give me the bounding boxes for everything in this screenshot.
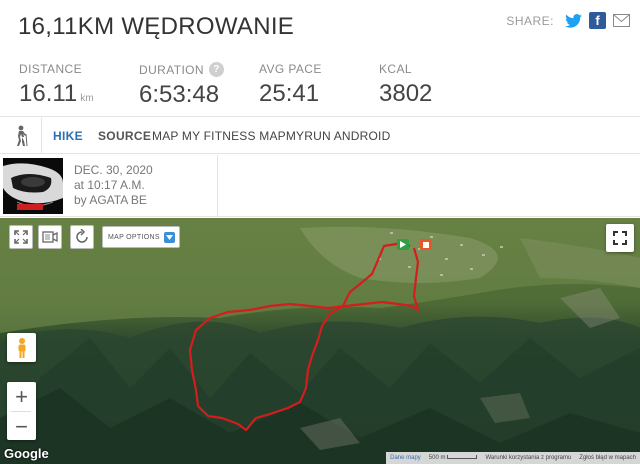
header: 16,11KM WĘDROWANIE SHARE: f bbox=[0, 0, 640, 52]
duration-label: DURATION? bbox=[139, 62, 224, 77]
email-icon[interactable] bbox=[613, 12, 630, 29]
source-value: MAP MY FITNESS MAPMYRUN ANDROID bbox=[152, 129, 391, 143]
terms-link[interactable]: Warunki korzystania z programu bbox=[485, 455, 571, 461]
twitter-icon[interactable] bbox=[565, 12, 582, 29]
stat-avg-pace: AVG PACE 25:41 bbox=[259, 62, 322, 108]
avg-pace-label: AVG PACE bbox=[259, 62, 322, 76]
satellite-map[interactable] bbox=[0, 218, 640, 464]
stat-duration: DURATION? 6:53:48 bbox=[139, 62, 224, 109]
user-info: DEC. 30, 2020 at 10:17 A.M. by AGATA BE bbox=[74, 163, 153, 208]
zoom-in-button[interactable]: + bbox=[7, 382, 36, 411]
avatar[interactable] bbox=[3, 158, 63, 214]
hiker-icon bbox=[0, 118, 42, 154]
3d-view-icon[interactable] bbox=[38, 225, 62, 249]
chevron-down-icon bbox=[163, 231, 175, 243]
kcal-value: 3802 bbox=[379, 80, 433, 107]
start-marker-icon[interactable] bbox=[397, 239, 409, 250]
scale-label: 500 m bbox=[429, 455, 478, 461]
user-row: DEC. 30, 2020 at 10:17 A.M. by AGATA BE bbox=[0, 155, 640, 217]
share-bar: SHARE: f bbox=[506, 12, 630, 29]
stats-panel: DISTANCE 16.11 km DURATION? 6:53:48 AVG P… bbox=[0, 52, 640, 117]
facebook-icon[interactable]: f bbox=[589, 12, 606, 29]
page-title: 16,11KM WĘDROWANIE bbox=[18, 13, 295, 40]
zoom-out-button[interactable]: − bbox=[7, 412, 36, 441]
distance-label: DISTANCE bbox=[19, 62, 82, 76]
activity-row: HIKE SOURCE MAP MY FITNESS MAPMYRUN ANDR… bbox=[0, 118, 640, 154]
map-options-button[interactable]: MAP OPTIONS bbox=[102, 226, 180, 248]
source-label: SOURCE bbox=[98, 129, 152, 143]
activity-author[interactable]: by AGATA BE bbox=[74, 193, 153, 208]
stat-kcal: KCAL 3802 bbox=[379, 62, 432, 108]
route-map[interactable]: MAP OPTIONS + − Google Dane mapy 500 m W… bbox=[0, 218, 640, 464]
street-view-pegman-icon[interactable] bbox=[7, 333, 36, 362]
map-attribution: Dane mapy 500 m Warunki korzystania z pr… bbox=[386, 452, 640, 464]
replay-icon[interactable] bbox=[70, 225, 94, 249]
fullscreen-icon[interactable] bbox=[606, 224, 634, 252]
report-error-link[interactable]: Zgłoś błąd w mapach bbox=[579, 455, 636, 461]
divider bbox=[217, 155, 218, 217]
map-options-label: MAP OPTIONS bbox=[108, 233, 160, 241]
activity-time: at 10:17 A.M. bbox=[74, 178, 145, 192]
zoom-control: + − bbox=[7, 382, 36, 440]
scale-bar bbox=[447, 455, 478, 459]
activity-date: DEC. 30, 2020 bbox=[74, 163, 153, 177]
duration-value: 6:53:48 bbox=[139, 81, 220, 108]
distance-value: 16.11 km bbox=[19, 80, 94, 107]
activity-type-link[interactable]: HIKE bbox=[53, 129, 83, 143]
stat-distance: DISTANCE 16.11 km bbox=[19, 62, 94, 108]
help-icon[interactable]: ? bbox=[208, 62, 224, 77]
kcal-label: KCAL bbox=[379, 62, 412, 76]
expand-map-icon[interactable] bbox=[9, 225, 33, 249]
share-label: SHARE: bbox=[506, 13, 554, 28]
avg-pace-value: 25:41 bbox=[259, 80, 320, 107]
finish-marker-icon[interactable] bbox=[420, 239, 432, 250]
google-logo[interactable]: Google bbox=[4, 446, 49, 461]
map-data-link[interactable]: Dane mapy bbox=[390, 455, 421, 461]
distance-unit: km bbox=[80, 93, 94, 104]
